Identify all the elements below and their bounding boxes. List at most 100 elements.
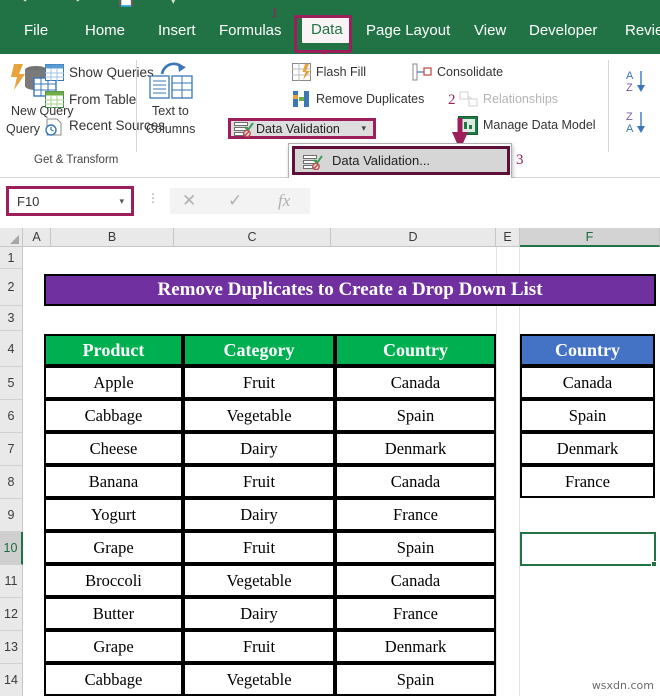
- row-header-4[interactable]: 4: [0, 331, 23, 367]
- table-row[interactable]: Fruit: [183, 630, 335, 663]
- table-row[interactable]: Canada: [335, 465, 496, 498]
- redo-icon[interactable]: ↷: [70, 0, 81, 6]
- col-header-e[interactable]: E: [496, 228, 520, 247]
- table-row[interactable]: Vegetable: [183, 564, 335, 597]
- data-validation-button[interactable]: Data Validation ▾: [228, 118, 376, 139]
- unique-list-item[interactable]: France: [520, 465, 655, 498]
- formula-input[interactable]: [312, 188, 660, 214]
- tab-home[interactable]: Home: [85, 20, 125, 42]
- consolidate-label[interactable]: Consolidate: [437, 65, 503, 79]
- table-row[interactable]: Butter: [44, 597, 183, 630]
- table-row[interactable]: Fruit: [183, 465, 335, 498]
- row-header-10[interactable]: 10: [0, 532, 23, 565]
- undo-icon[interactable]: ↶: [22, 0, 33, 6]
- row-header-1[interactable]: 1: [0, 247, 23, 269]
- table-row[interactable]: Banana: [44, 465, 183, 498]
- tab-formulas[interactable]: Formulas: [219, 20, 282, 42]
- table-row[interactable]: Fruit: [183, 366, 335, 399]
- tab-review[interactable]: Revie: [625, 20, 660, 42]
- tab-page-layout[interactable]: Page Layout: [366, 20, 450, 42]
- sort-za-icon[interactable]: Z A: [626, 109, 652, 135]
- table-row[interactable]: Vegetable: [183, 663, 335, 696]
- tab-developer[interactable]: Developer: [529, 20, 597, 42]
- table-row[interactable]: Spain: [335, 663, 496, 696]
- chevron-down-icon[interactable]: ▾: [361, 123, 366, 134]
- table-row[interactable]: Apple: [44, 366, 183, 399]
- tab-insert[interactable]: Insert: [158, 20, 196, 42]
- from-table-label[interactable]: From Table: [69, 92, 136, 107]
- tab-view[interactable]: View: [474, 20, 506, 42]
- table-row[interactable]: Canada: [335, 564, 496, 597]
- row-header-2[interactable]: 2: [0, 269, 23, 306]
- table-row[interactable]: Canada: [335, 366, 496, 399]
- formula-bar-drag-handle[interactable]: ⋮: [147, 191, 159, 205]
- recent-sources-icon[interactable]: [45, 118, 64, 136]
- flash-fill-label[interactable]: Flash Fill: [316, 65, 366, 79]
- select-all-corner[interactable]: [0, 228, 23, 247]
- table-row[interactable]: Denmark: [335, 630, 496, 663]
- row-header-3[interactable]: 3: [0, 306, 23, 331]
- remove-duplicates-icon[interactable]: [292, 90, 311, 108]
- col-header-c[interactable]: C: [174, 228, 331, 247]
- function-icon[interactable]: fx: [278, 191, 290, 211]
- confirm-icon[interactable]: ✓: [228, 191, 242, 211]
- manage-data-model-label[interactable]: Manage Data Model: [483, 118, 596, 132]
- table-row[interactable]: Broccoli: [44, 564, 183, 597]
- selected-cell-f10[interactable]: [520, 532, 657, 567]
- remove-duplicates-label[interactable]: Remove Duplicates: [316, 92, 424, 106]
- fill-handle[interactable]: [651, 561, 657, 567]
- row-header-14[interactable]: 14: [0, 664, 23, 696]
- table-row[interactable]: Cheese: [44, 432, 183, 465]
- row-header-9[interactable]: 9: [0, 499, 23, 532]
- text-to-columns-label-line1[interactable]: Text to: [152, 104, 189, 118]
- menu-item-data-validation[interactable]: Data Validation...: [292, 146, 510, 175]
- table-row[interactable]: Dairy: [183, 597, 335, 630]
- table-row[interactable]: Cabbage: [44, 399, 183, 432]
- table-row[interactable]: Fruit: [183, 531, 335, 564]
- row-header-5[interactable]: 5: [0, 367, 23, 400]
- unique-list-item[interactable]: Canada: [520, 366, 655, 399]
- table-row[interactable]: Grape: [44, 630, 183, 663]
- col-header-f[interactable]: F: [520, 228, 660, 247]
- col-header-b[interactable]: B: [51, 228, 174, 247]
- tab-file[interactable]: File: [24, 20, 48, 42]
- new-query-label[interactable]: New Query: [11, 104, 74, 118]
- unique-list-item[interactable]: Denmark: [520, 432, 655, 465]
- new-query-label-line2[interactable]: Query: [6, 122, 40, 136]
- table-row[interactable]: Dairy: [183, 498, 335, 531]
- table-row[interactable]: Spain: [335, 399, 496, 432]
- row-header-8[interactable]: 8: [0, 466, 23, 499]
- col-header-a[interactable]: A: [23, 228, 51, 247]
- row-header-6[interactable]: 6: [0, 400, 23, 433]
- consolidate-icon[interactable]: [412, 63, 432, 81]
- flash-fill-icon[interactable]: [292, 63, 311, 81]
- table-row[interactable]: Dairy: [183, 432, 335, 465]
- table-row[interactable]: France: [335, 597, 496, 630]
- cancel-icon[interactable]: ✕: [182, 191, 196, 211]
- table-row[interactable]: Vegetable: [183, 399, 335, 432]
- table-row[interactable]: Cabbage: [44, 663, 183, 696]
- name-box-chevron-down-icon[interactable]: ▾: [119, 196, 124, 207]
- text-to-columns-label-line2[interactable]: Columns: [146, 122, 195, 136]
- sort-az-icon[interactable]: A Z: [626, 68, 652, 94]
- table-row[interactable]: Yogurt: [44, 498, 183, 531]
- col-header-d[interactable]: D: [331, 228, 496, 247]
- table-row[interactable]: Grape: [44, 531, 183, 564]
- row-header-11[interactable]: 11: [0, 565, 23, 598]
- row-header-7[interactable]: 7: [0, 433, 23, 466]
- unique-list-item[interactable]: Spain: [520, 399, 655, 432]
- customize-icon[interactable]: ▾: [170, 0, 177, 6]
- table-row[interactable]: France: [335, 498, 496, 531]
- row-header-12[interactable]: 12: [0, 598, 23, 631]
- table-row[interactable]: Denmark: [335, 432, 496, 465]
- data-validation-icon: [234, 122, 254, 137]
- text-to-columns-icon[interactable]: [148, 62, 194, 100]
- name-box[interactable]: F10 ▾: [6, 186, 134, 216]
- from-table-icon[interactable]: [45, 91, 64, 108]
- watermark: wsxdn.com: [591, 679, 654, 692]
- row-header-13[interactable]: 13: [0, 631, 23, 664]
- show-queries-icon[interactable]: [45, 64, 64, 81]
- show-queries-label[interactable]: Show Queries: [69, 65, 154, 80]
- save-icon[interactable]: 💾: [118, 0, 134, 6]
- table-row[interactable]: Spain: [335, 531, 496, 564]
